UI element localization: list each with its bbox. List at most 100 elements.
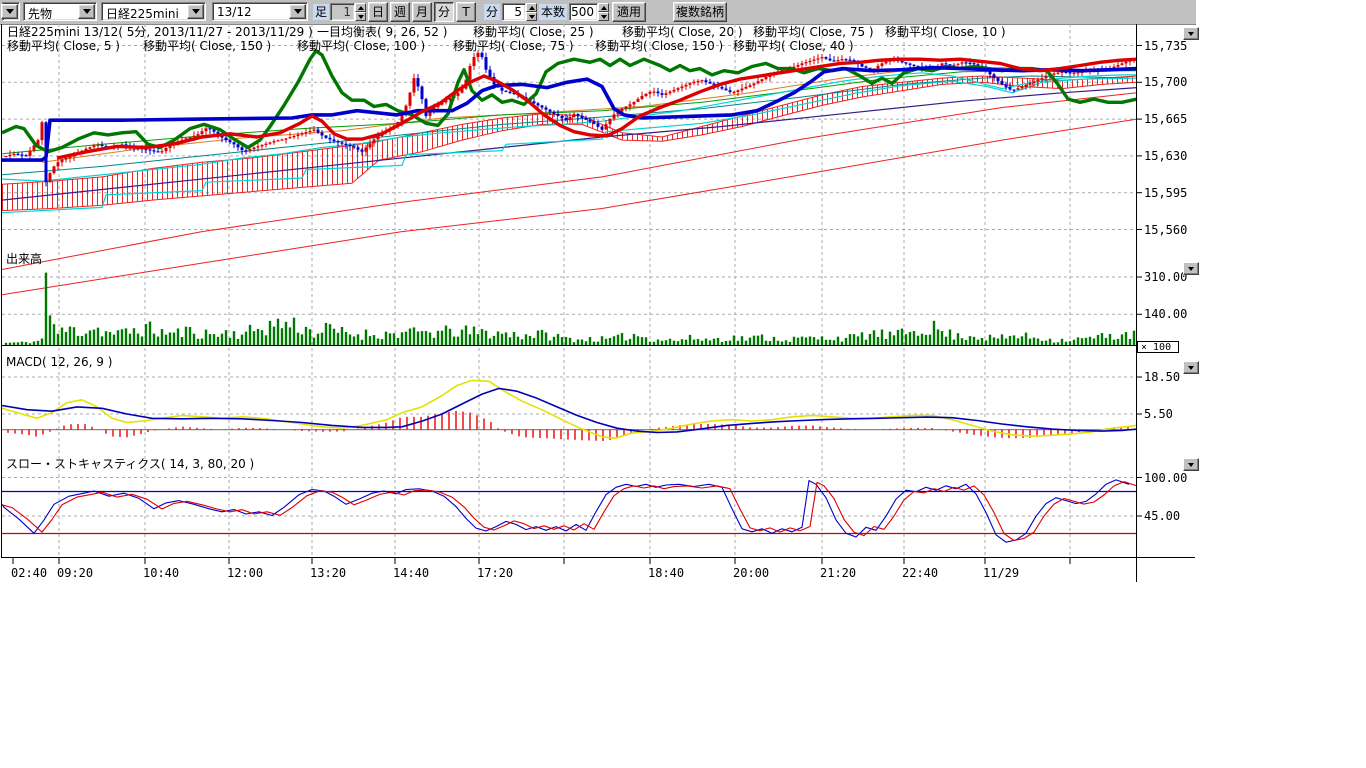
candle-body bbox=[241, 147, 244, 150]
candle-body bbox=[17, 154, 20, 155]
candle-body bbox=[1009, 87, 1012, 90]
candle-body bbox=[549, 110, 552, 112]
chart-line bbox=[2, 388, 1137, 432]
candle-body bbox=[969, 63, 972, 64]
candle-body bbox=[881, 63, 884, 66]
candle-body bbox=[265, 144, 268, 145]
candle-body bbox=[1057, 73, 1060, 74]
candle-body bbox=[557, 114, 560, 116]
candle-body bbox=[9, 155, 12, 156]
candle-body bbox=[229, 140, 232, 142]
candle-body bbox=[65, 158, 68, 159]
candle-body bbox=[829, 59, 832, 61]
candle-body bbox=[301, 133, 304, 134]
candle-body bbox=[669, 92, 672, 94]
candle-body bbox=[325, 136, 328, 138]
candle-body bbox=[689, 83, 692, 85]
candle-body bbox=[233, 142, 236, 144]
candle-body bbox=[149, 149, 152, 150]
candle-body bbox=[845, 59, 848, 60]
chart-line bbox=[2, 76, 1137, 175]
candle-body bbox=[277, 140, 280, 141]
candle-body bbox=[473, 57, 476, 66]
candle-body bbox=[849, 60, 852, 61]
candle-body bbox=[765, 77, 768, 79]
candle-body bbox=[605, 124, 608, 129]
candle-body bbox=[333, 139, 336, 141]
candle-body bbox=[1041, 78, 1044, 80]
candle-body bbox=[253, 147, 256, 149]
candle-body bbox=[309, 131, 312, 132]
candle-body bbox=[577, 114, 580, 116]
pane-options-button[interactable] bbox=[1183, 361, 1199, 374]
candle-body bbox=[1045, 76, 1048, 78]
candle-body bbox=[569, 117, 572, 120]
candle-body bbox=[369, 143, 372, 147]
candle-body bbox=[357, 147, 360, 149]
candle-body bbox=[5, 156, 8, 157]
candle-body bbox=[21, 154, 24, 155]
candle-body bbox=[361, 150, 364, 152]
chart-line bbox=[2, 73, 1137, 181]
candle-body bbox=[633, 102, 636, 105]
pane-options-button[interactable] bbox=[1183, 262, 1199, 275]
candle-body bbox=[737, 90, 740, 92]
candle-body bbox=[957, 64, 960, 65]
candle-body bbox=[1025, 85, 1028, 87]
candle-body bbox=[673, 90, 676, 92]
candle-body bbox=[561, 116, 564, 118]
candle-body bbox=[565, 118, 568, 120]
candle-body bbox=[457, 93, 460, 96]
candle-body bbox=[693, 82, 696, 83]
candle-body bbox=[725, 89, 728, 91]
candle-body bbox=[741, 89, 744, 91]
candle-body bbox=[945, 63, 948, 64]
pane-options-button[interactable] bbox=[1183, 458, 1199, 471]
candle-body bbox=[477, 53, 480, 57]
candle-body bbox=[409, 93, 412, 106]
candle-body bbox=[61, 159, 64, 162]
candle-body bbox=[1037, 80, 1040, 82]
candle-body bbox=[825, 57, 828, 59]
candle-body bbox=[237, 144, 240, 147]
candle-body bbox=[1125, 62, 1128, 64]
candle-body bbox=[485, 57, 488, 70]
candle-body bbox=[805, 62, 808, 63]
candle-body bbox=[13, 154, 16, 155]
candle-body bbox=[53, 166, 56, 173]
candle-body bbox=[337, 141, 340, 142]
candle-body bbox=[1029, 83, 1032, 85]
candle-body bbox=[313, 130, 316, 131]
candle-body bbox=[353, 146, 356, 147]
candle-body bbox=[909, 64, 912, 65]
candle-body bbox=[293, 136, 296, 137]
chart-line bbox=[2, 482, 1137, 541]
candle-body bbox=[941, 63, 944, 66]
candle-body bbox=[469, 66, 472, 80]
candle-body bbox=[1069, 72, 1072, 73]
candle-body bbox=[201, 131, 204, 134]
candle-body bbox=[729, 90, 732, 92]
candle-body bbox=[101, 145, 104, 146]
candle-body bbox=[809, 61, 812, 62]
candle-body bbox=[153, 150, 156, 151]
candle-body bbox=[733, 92, 736, 93]
candle-body bbox=[865, 67, 868, 68]
candle-body bbox=[41, 122, 44, 140]
chart-line bbox=[57, 59, 1137, 158]
candle-body bbox=[49, 173, 52, 182]
candle-body bbox=[1013, 89, 1016, 90]
candle-body bbox=[1001, 81, 1004, 84]
candle-body bbox=[197, 134, 200, 136]
candle-body bbox=[649, 92, 652, 94]
candle-body bbox=[573, 114, 576, 117]
pane-options-button[interactable] bbox=[1183, 27, 1199, 40]
candle-body bbox=[661, 93, 664, 95]
candle-body bbox=[89, 147, 92, 149]
candle-body bbox=[597, 124, 600, 127]
candle-body bbox=[833, 60, 836, 61]
candle-body bbox=[317, 130, 320, 133]
candle-body bbox=[1021, 87, 1024, 89]
candle-body bbox=[993, 74, 996, 77]
candle-body bbox=[821, 57, 824, 58]
